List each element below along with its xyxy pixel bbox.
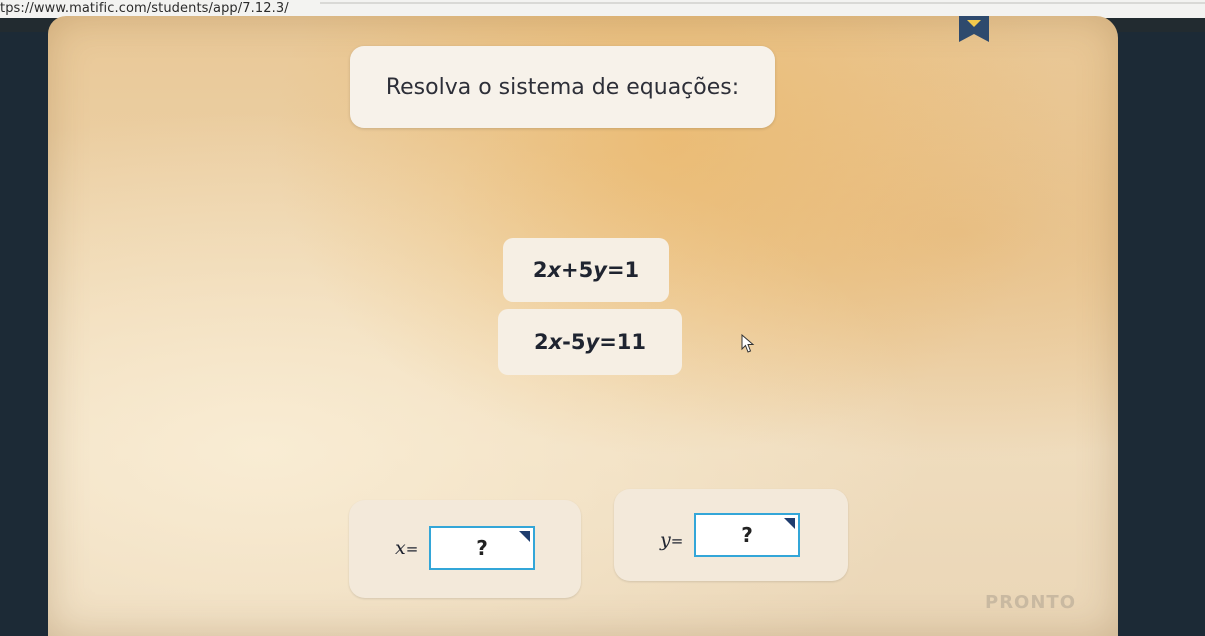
bookmark-ribbon-icon[interactable] (957, 16, 991, 44)
eq1-coef-y: 5 (578, 258, 594, 282)
answer-x-panel: x= ? (349, 500, 581, 598)
instruction-panel: Resolva o sistema de equações: (350, 46, 775, 128)
eq1-coef-x: 2 (532, 258, 548, 282)
answer-y-input[interactable]: ? (694, 513, 800, 557)
equation-2: 2 x -5 y = 11 (498, 309, 682, 375)
eq2-rhs: 11 (616, 330, 647, 354)
input-corner-marker-icon (784, 518, 795, 529)
answer-y-var: y (660, 529, 671, 551)
answer-x-equals: = (405, 540, 419, 558)
eq2-var-y: y (585, 330, 600, 354)
eq1-equals: = (606, 258, 625, 282)
input-corner-marker-icon (519, 531, 530, 542)
eq1-var-y: y (593, 258, 607, 282)
answer-x-input[interactable]: ? (429, 526, 535, 570)
answer-x-placeholder: ? (476, 536, 488, 560)
eq2-equals: = (599, 330, 617, 354)
answer-y-panel: y= ? (614, 489, 848, 581)
instruction-text: Resolva o sistema de equações: (385, 74, 740, 100)
answer-y-label: y= (660, 529, 683, 551)
mouse-pointer-icon (741, 334, 755, 353)
answer-x-var: x (395, 537, 406, 559)
eq1-rhs: 1 (624, 258, 640, 282)
toolbar-divider (320, 2, 1205, 4)
eq1-var-x: x (547, 258, 561, 282)
eq2-coef-y: 5 (570, 330, 586, 354)
answer-y-placeholder: ? (741, 523, 753, 547)
equation-1: 2 x +5 y = 1 (503, 238, 669, 302)
eq2-var-x: x (548, 330, 563, 354)
pronto-button[interactable]: PRONTO (985, 592, 1076, 613)
eq2-coef-x: 2 (533, 330, 549, 354)
url-text[interactable]: tps://www.matific.com/students/app/7.12.… (0, 1, 289, 16)
eq1-operator: + (561, 258, 579, 282)
answer-x-label: x= (395, 537, 418, 559)
eq2-operator: - (562, 330, 571, 354)
answer-y-equals: = (670, 532, 684, 550)
